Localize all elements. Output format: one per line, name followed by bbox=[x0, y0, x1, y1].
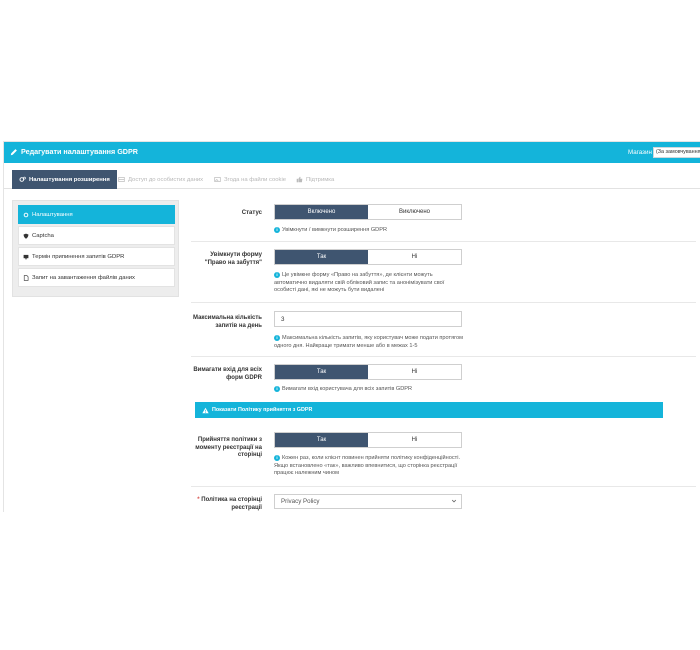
info-icon: i bbox=[274, 227, 280, 233]
login-required-no-button[interactable]: Ні bbox=[368, 365, 461, 379]
accept-policy-yes-button[interactable]: Так bbox=[275, 433, 368, 447]
shield-icon bbox=[23, 233, 29, 239]
tab-personal-data-access[interactable]: Доступ до особистих даних bbox=[118, 170, 203, 189]
sidenav-item-label: Captcha bbox=[32, 232, 54, 239]
row-divider bbox=[191, 241, 696, 242]
help-text: Вимагати вхід користувача для всіх запит… bbox=[282, 386, 413, 392]
sidenav-item-label: Запит на завантаження файлів даних bbox=[32, 274, 135, 281]
panel-header: Редагувати налаштування GDPR Магазин (За… bbox=[4, 142, 700, 163]
chevron-down-icon bbox=[451, 499, 457, 503]
accept-policy-help: i Кожен раз, коли клієнт повинен прийняти… bbox=[274, 455, 464, 478]
tab-support[interactable]: Підтримка bbox=[296, 170, 334, 189]
file-icon bbox=[23, 274, 29, 281]
login-required-label: Вимагати вхід для всіх форм GDPR bbox=[193, 367, 262, 381]
forget-label: Увімкнути форму "Право на забуття" bbox=[204, 252, 262, 266]
warning-icon bbox=[202, 407, 209, 413]
tab-label: Підтримка bbox=[306, 176, 335, 183]
store-select[interactable]: (За замовчуванням) bbox=[653, 147, 700, 158]
table-icon bbox=[118, 177, 125, 182]
accept-policy-no-button[interactable]: Ні bbox=[368, 433, 461, 447]
status-toggle: Включено Виключено bbox=[274, 204, 462, 220]
panel-title-text: Редагувати налаштування GDPR bbox=[21, 147, 138, 156]
tab-cookie-consent[interactable]: Згода на файли cookie bbox=[214, 170, 286, 189]
info-icon: i bbox=[274, 272, 280, 278]
sidenav-item-label: Налаштування bbox=[32, 211, 73, 218]
help-text: Увімкнути / вимкнути розширення GDPR bbox=[282, 227, 387, 233]
row-divider bbox=[191, 486, 696, 487]
info-icon: i bbox=[274, 386, 280, 392]
help-text: Це увімкне форму «Право на забуття», де … bbox=[274, 272, 445, 294]
image-icon bbox=[214, 177, 221, 182]
thumbs-up-icon bbox=[296, 176, 303, 183]
tab-extension-settings[interactable]: Налаштування розширення bbox=[12, 170, 117, 189]
required-mark: * bbox=[197, 497, 200, 503]
alert-text: Показати Політику прийняття з GDPR bbox=[212, 407, 313, 413]
help-text: Максимальна кількість запитів, яку корис… bbox=[274, 335, 463, 349]
policy-page-label: * Політика на сторінці реєстрації bbox=[191, 497, 262, 512]
info-icon: i bbox=[274, 335, 280, 341]
status-on-button[interactable]: Включено bbox=[275, 205, 368, 219]
settings-panel: Редагувати налаштування GDPR Магазин (За… bbox=[3, 141, 700, 512]
forget-yes-button[interactable]: Так bbox=[275, 250, 368, 264]
status-label: Статус bbox=[241, 210, 262, 216]
row-divider bbox=[191, 356, 696, 357]
policy-page-label-text: Політика на сторінці реєстрації bbox=[201, 497, 262, 511]
tab-label: Згода на файли cookie bbox=[224, 176, 287, 183]
max-requests-label: Максимальна кількість запитів на день bbox=[193, 315, 262, 329]
policy-alert-bar: Показати Політику прийняття з GDPR bbox=[195, 402, 663, 418]
tab-label: Доступ до особистих даних bbox=[128, 176, 204, 183]
policy-page-selected-value: Privacy Policy bbox=[281, 498, 320, 505]
panel-title: Редагувати налаштування GDPR bbox=[10, 147, 138, 156]
monitor-icon bbox=[23, 254, 29, 259]
status-help: i Увімкнути / вимкнути розширення GDPR bbox=[274, 227, 464, 235]
sidenav-item-captcha[interactable]: Captcha bbox=[18, 226, 175, 245]
tab-bar: Налаштування розширення Доступ до особис… bbox=[4, 163, 700, 189]
info-icon: i bbox=[274, 455, 280, 461]
sidenav-item-label: Термін припинення запитів GDPR bbox=[32, 253, 125, 260]
forget-help: i Це увімкне форму «Право на забуття», де… bbox=[274, 272, 464, 295]
status-off-button[interactable]: Виключено bbox=[368, 205, 461, 219]
settings-sidenav: Налаштування Captcha Термін припинення з… bbox=[12, 200, 179, 297]
accept-policy-toggle: Так Ні bbox=[274, 432, 462, 448]
login-required-toggle: Так Ні bbox=[274, 364, 462, 380]
help-text: Кожен раз, коли клієнт повинен прийняти … bbox=[274, 455, 460, 477]
accept-policy-label: Прийняття політики з моменту реєстрації … bbox=[195, 437, 262, 458]
sidenav-item-request-expiry[interactable]: Термін припинення запитів GDPR bbox=[18, 247, 175, 266]
tab-label: Налаштування розширення bbox=[29, 176, 110, 183]
max-requests-input[interactable] bbox=[274, 311, 462, 327]
cog-icon bbox=[23, 212, 29, 217]
sidenav-item-data-file-request[interactable]: Запит на завантаження файлів даних bbox=[18, 268, 175, 287]
store-label: Магазин bbox=[628, 149, 652, 156]
login-required-yes-button[interactable]: Так bbox=[275, 365, 368, 379]
forget-no-button[interactable]: Ні bbox=[368, 250, 461, 264]
row-divider bbox=[191, 302, 696, 303]
sidenav-item-settings[interactable]: Налаштування bbox=[18, 205, 175, 224]
policy-page-select[interactable]: Privacy Policy bbox=[274, 494, 462, 509]
forget-toggle: Так Ні bbox=[274, 249, 462, 265]
cogs-icon bbox=[19, 176, 26, 182]
login-required-help: i Вимагати вхід користувача для всіх запи… bbox=[274, 386, 464, 394]
pencil-icon bbox=[10, 148, 17, 155]
max-requests-help: i Максимальна кількість запитів, яку кори… bbox=[274, 335, 464, 350]
